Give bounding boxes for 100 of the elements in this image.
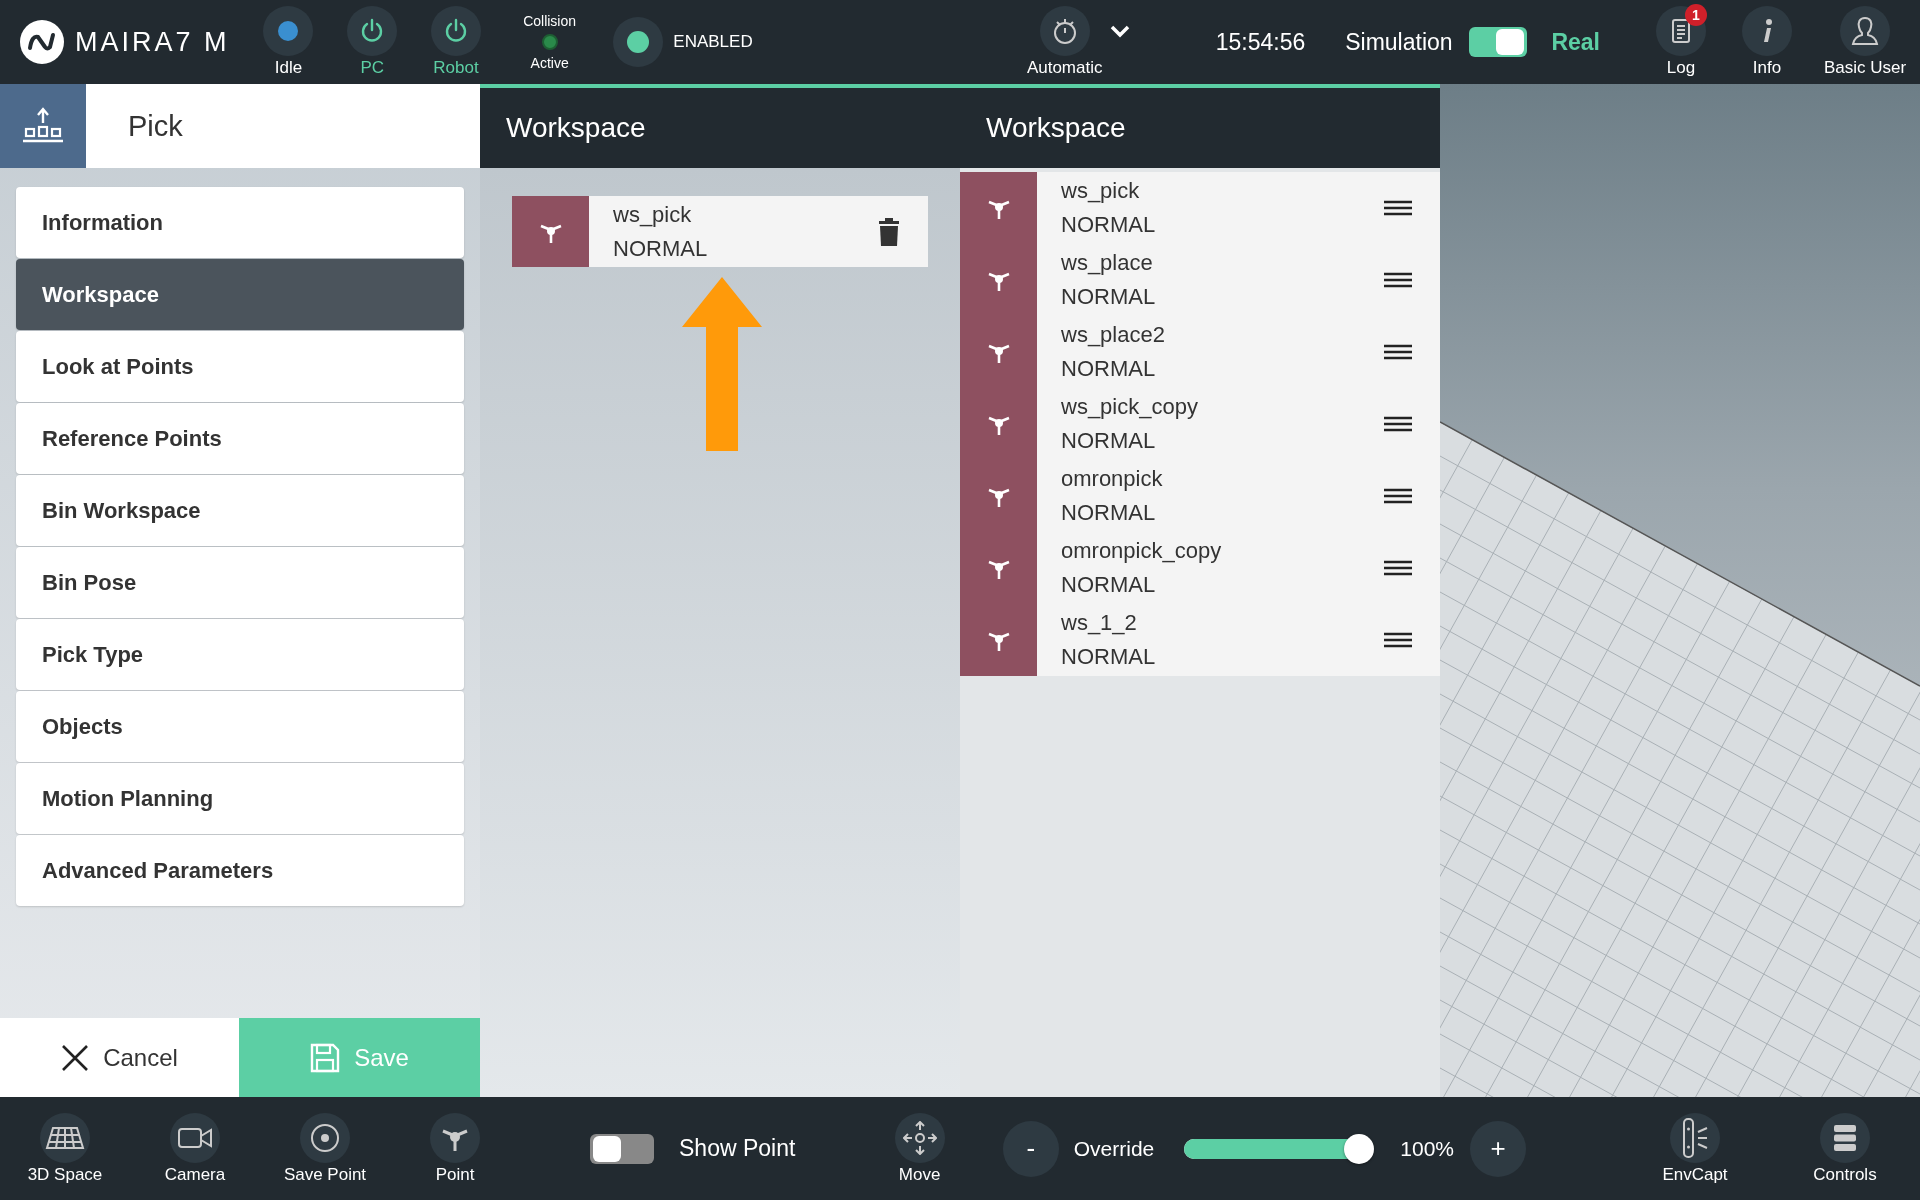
override-label: Override xyxy=(1073,1136,1155,1161)
server-icon xyxy=(1832,1122,1858,1153)
workspace-mode: NORMAL xyxy=(1061,212,1157,238)
camera-button[interactable] xyxy=(170,1112,220,1163)
sensor-icon xyxy=(1680,1116,1710,1159)
collision-state: Active xyxy=(530,55,569,71)
menu-item[interactable]: Advanced Parameters xyxy=(16,835,464,906)
workspace-name: ws_place2 xyxy=(1061,322,1166,348)
grid-button[interactable] xyxy=(40,1112,90,1163)
status-dot-icon xyxy=(277,20,300,42)
tool-label: Save Point xyxy=(283,1164,367,1185)
workspace-mode: NORMAL xyxy=(1061,644,1157,670)
menu-item[interactable]: Bin Workspace xyxy=(16,475,464,546)
override-slider[interactable] xyxy=(1184,1133,1375,1164)
workspace-name: ws_place xyxy=(1061,250,1154,276)
close-icon xyxy=(61,1043,90,1072)
move-icon xyxy=(902,1120,937,1155)
collision-label: Collision xyxy=(523,13,577,29)
user-icon xyxy=(1851,16,1879,46)
cancel-button[interactable]: Cancel xyxy=(0,1018,239,1097)
menu-item[interactable]: Reference Points xyxy=(16,403,464,474)
show-point-label: Show Point xyxy=(679,1135,796,1162)
tool-label: 3D Space xyxy=(27,1164,103,1185)
delete-icon[interactable] xyxy=(878,217,900,246)
camera-icon xyxy=(177,1125,213,1150)
status-button[interactable] xyxy=(431,6,481,56)
info-button[interactable] xyxy=(1742,6,1792,56)
workspace-name: ws_1_2 xyxy=(1061,610,1138,636)
simulation-label: Simulation xyxy=(1345,28,1453,56)
menu-item[interactable]: Workspace xyxy=(16,259,464,330)
workspace-mode: NORMAL xyxy=(613,235,709,262)
drag-handle-icon[interactable] xyxy=(1384,416,1412,432)
mode-toggle[interactable] xyxy=(1468,27,1528,57)
tool-label: Point xyxy=(435,1164,475,1185)
user-button[interactable] xyxy=(1840,6,1890,56)
workspace-name: ws_pick xyxy=(613,201,693,228)
menu-item[interactable]: Information xyxy=(16,187,464,258)
action-label: Info xyxy=(1752,58,1782,78)
point-button[interactable] xyxy=(430,1112,480,1163)
envcapt-button[interactable] xyxy=(1670,1112,1720,1163)
workspace-name: ws_pick xyxy=(1061,178,1141,204)
tool-label: EnvCapt xyxy=(1662,1164,1728,1185)
workspace-name: omronpick_copy xyxy=(1061,538,1223,564)
tool-label: Camera xyxy=(164,1164,226,1185)
status-button[interactable] xyxy=(347,6,398,56)
menu-item[interactable]: Objects xyxy=(16,691,464,762)
panel-title: Workspace xyxy=(960,84,1440,168)
slider-thumb[interactable] xyxy=(1344,1133,1375,1164)
workspace-mode: NORMAL xyxy=(1061,356,1157,382)
panel-title: Workspace xyxy=(480,84,960,168)
grid-floor-icon xyxy=(45,1125,85,1150)
workspace-name: ws_pick_copy xyxy=(1061,394,1199,420)
power-icon xyxy=(443,18,469,44)
menu-item[interactable]: Bin Pose xyxy=(16,547,464,618)
stopwatch-icon xyxy=(1051,17,1078,45)
document-icon xyxy=(1671,19,1691,43)
enable-button[interactable] xyxy=(613,17,664,67)
drag-handle-icon[interactable] xyxy=(1384,272,1412,288)
workspace-name: omronpick xyxy=(1061,466,1164,492)
action-label: Basic User xyxy=(1823,58,1907,78)
status-dot-icon xyxy=(541,34,558,50)
menu-item[interactable]: Pick Type xyxy=(16,619,464,690)
real-label: Real xyxy=(1551,28,1600,56)
save-icon xyxy=(310,1042,341,1073)
mode-label: Automatic xyxy=(1026,58,1103,78)
workspace-row[interactable]: ws_pick NORMAL xyxy=(512,196,928,267)
menu-item[interactable]: Motion Planning xyxy=(16,763,464,834)
show-point-toggle[interactable] xyxy=(590,1133,654,1164)
mode-button[interactable] xyxy=(1039,6,1090,56)
status-label: Robot xyxy=(433,58,479,78)
target-button[interactable] xyxy=(300,1112,350,1163)
workspace-mode: NORMAL xyxy=(1061,500,1157,526)
menu-item[interactable]: Look at Points xyxy=(16,331,464,402)
decrease-button[interactable]: - xyxy=(1002,1120,1059,1177)
status-label: Idle xyxy=(274,58,303,78)
drag-handle-icon[interactable] xyxy=(1384,488,1412,504)
drag-handle-icon[interactable] xyxy=(1384,560,1412,576)
drag-handle-icon[interactable] xyxy=(1384,632,1412,648)
enabled-label: ENABLED xyxy=(673,32,753,52)
workspace-mode: NORMAL xyxy=(1061,284,1157,310)
page-title: Pick xyxy=(128,109,183,143)
controls-button[interactable] xyxy=(1820,1112,1870,1163)
pick-icon xyxy=(21,107,65,145)
notification-badge: 1 xyxy=(1685,4,1707,26)
logo-text: MAIRA7 M xyxy=(75,26,230,58)
increase-button[interactable]: + xyxy=(1470,1120,1526,1177)
target-icon xyxy=(310,1122,340,1153)
workspace-mode: NORMAL xyxy=(1061,572,1157,598)
workspace-row[interactable]: ws_1_2 NORMAL xyxy=(960,604,1440,676)
tool-label: Controls xyxy=(1813,1164,1877,1185)
chevron-down-icon[interactable] xyxy=(1108,23,1131,39)
status-label: PC xyxy=(360,58,385,78)
drag-handle-icon[interactable] xyxy=(1384,200,1412,216)
tool-label: Move xyxy=(898,1164,941,1185)
status-button[interactable] xyxy=(263,6,314,56)
logo-icon xyxy=(19,19,65,65)
clock-time: 15:54:56 xyxy=(1215,28,1306,56)
drag-handle-icon[interactable] xyxy=(1384,344,1412,360)
override-value: 100% xyxy=(1400,1136,1454,1161)
action-label: Log xyxy=(1666,58,1696,78)
